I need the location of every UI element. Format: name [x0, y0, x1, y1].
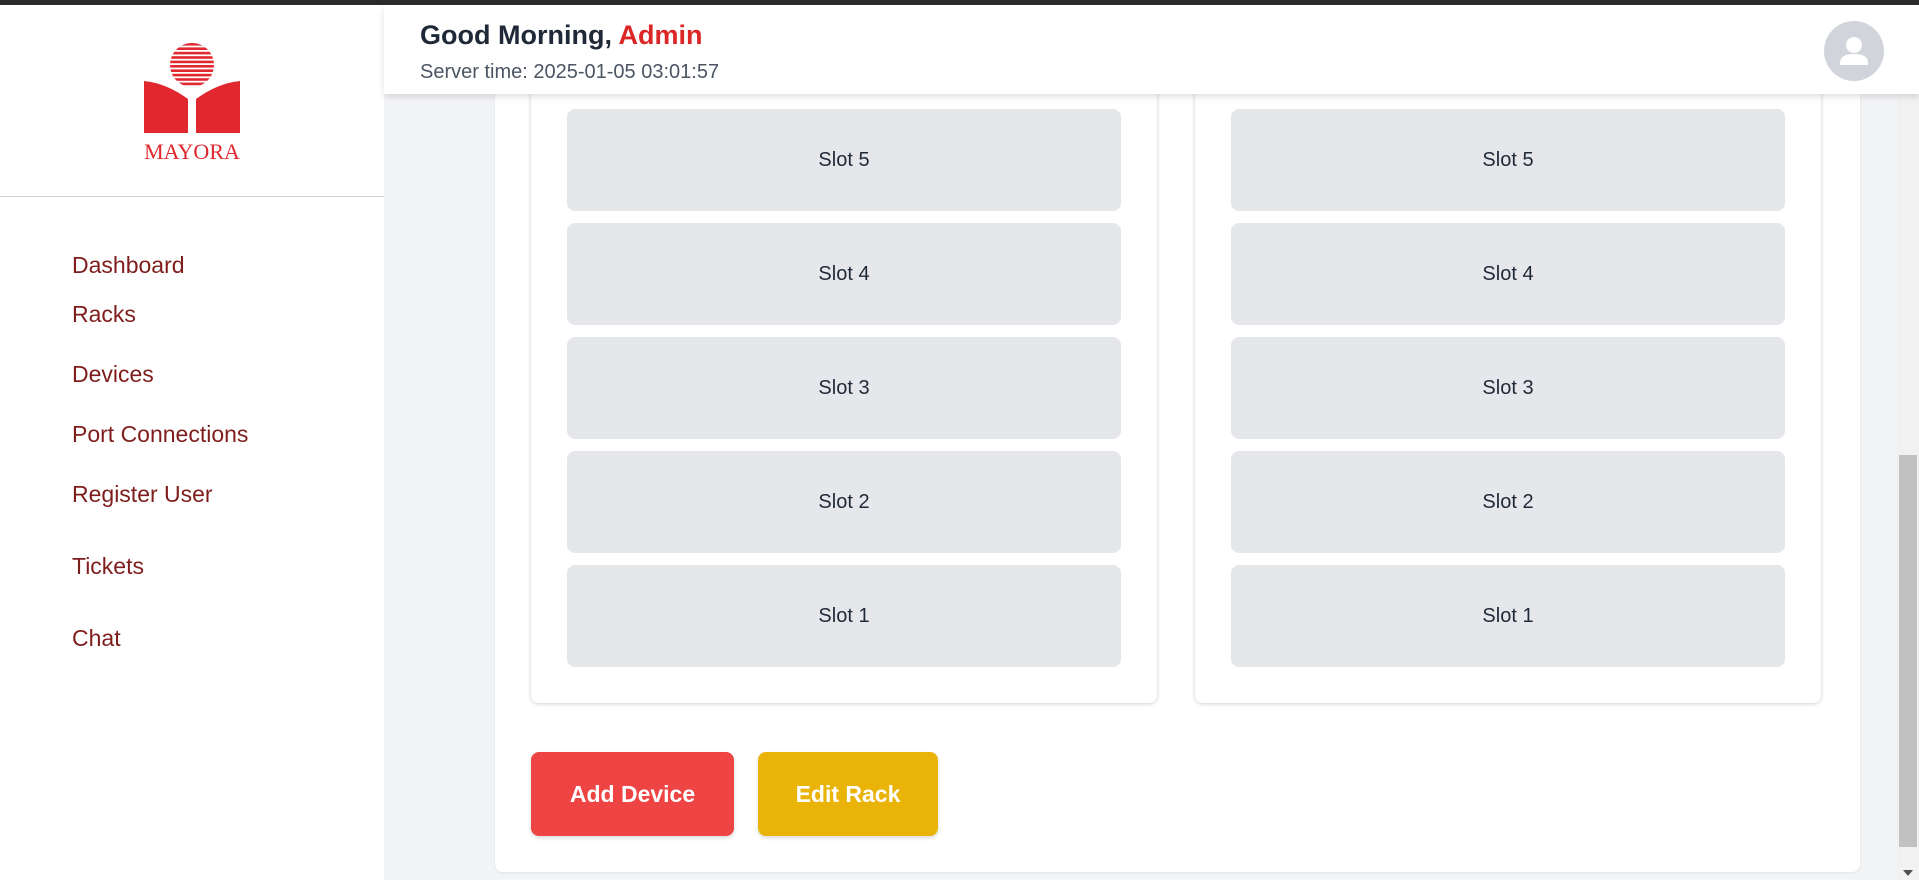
greeting-text: Good Morning, Admin [420, 20, 702, 51]
edit-rack-button[interactable]: Edit Rack [758, 752, 938, 836]
rack-slot[interactable]: Slot 2 [1231, 451, 1785, 553]
rack-slot[interactable]: Slot 5 [567, 109, 1121, 211]
sidebar-item-register-user[interactable]: Register User [72, 481, 213, 508]
sidebar-item-chat[interactable]: Chat [72, 625, 121, 652]
rack-slot[interactable]: Slot 5 [1231, 109, 1785, 211]
sidebar-item-dashboard[interactable]: Dashboard [72, 252, 185, 279]
logo-wordmark: MAYORA [144, 139, 240, 163]
sidebar-item-port-connections[interactable]: Port Connections [72, 421, 248, 448]
sidebar-item-tickets[interactable]: Tickets [72, 553, 144, 580]
rack-slot[interactable]: Slot 1 [1231, 565, 1785, 667]
rack-slot[interactable]: Slot 4 [567, 223, 1121, 325]
rack-slot[interactable]: Slot 2 [567, 451, 1121, 553]
rack-panel: Slot 5 Slot 4 Slot 3 Slot 2 Slot 1 Slot … [495, 60, 1860, 872]
top-header: Good Morning, Admin Server time: 2025-01… [384, 5, 1919, 94]
window-top-strip [0, 0, 1919, 5]
rack-slot[interactable]: Slot 3 [567, 337, 1121, 439]
rack-slot[interactable]: Slot 4 [1231, 223, 1785, 325]
sidebar: MAYORA Dashboard Racks Devices Port Conn… [0, 5, 384, 880]
scrollbar-thumb[interactable] [1899, 455, 1917, 847]
server-time: Server time: 2025-01-05 03:01:57 [420, 61, 719, 84]
user-icon [1840, 37, 1868, 65]
rack-slot[interactable]: Slot 1 [567, 565, 1121, 667]
server-time-value: 2025-01-05 03:01:57 [533, 61, 720, 83]
greeting-prefix: Good Morning, [420, 20, 619, 50]
mayora-logo: MAYORA [144, 43, 240, 163]
sidebar-item-devices[interactable]: Devices [72, 361, 154, 388]
rack-card-left: Slot 5 Slot 4 Slot 3 Slot 2 Slot 1 [531, 60, 1157, 703]
rack-card-right: Slot 5 Slot 4 Slot 3 Slot 2 Slot 1 [1195, 60, 1821, 703]
sidebar-item-racks[interactable]: Racks [72, 301, 136, 328]
server-time-label: Server time: [420, 61, 534, 83]
add-device-button[interactable]: Add Device [531, 752, 734, 836]
logo-area: MAYORA [0, 5, 384, 197]
scroll-down-arrow-icon[interactable] [1903, 870, 1913, 876]
vertical-scrollbar[interactable] [1897, 94, 1919, 880]
rack-slot[interactable]: Slot 3 [1231, 337, 1785, 439]
greeting-username: Admin [618, 20, 703, 50]
user-avatar[interactable] [1824, 21, 1884, 81]
